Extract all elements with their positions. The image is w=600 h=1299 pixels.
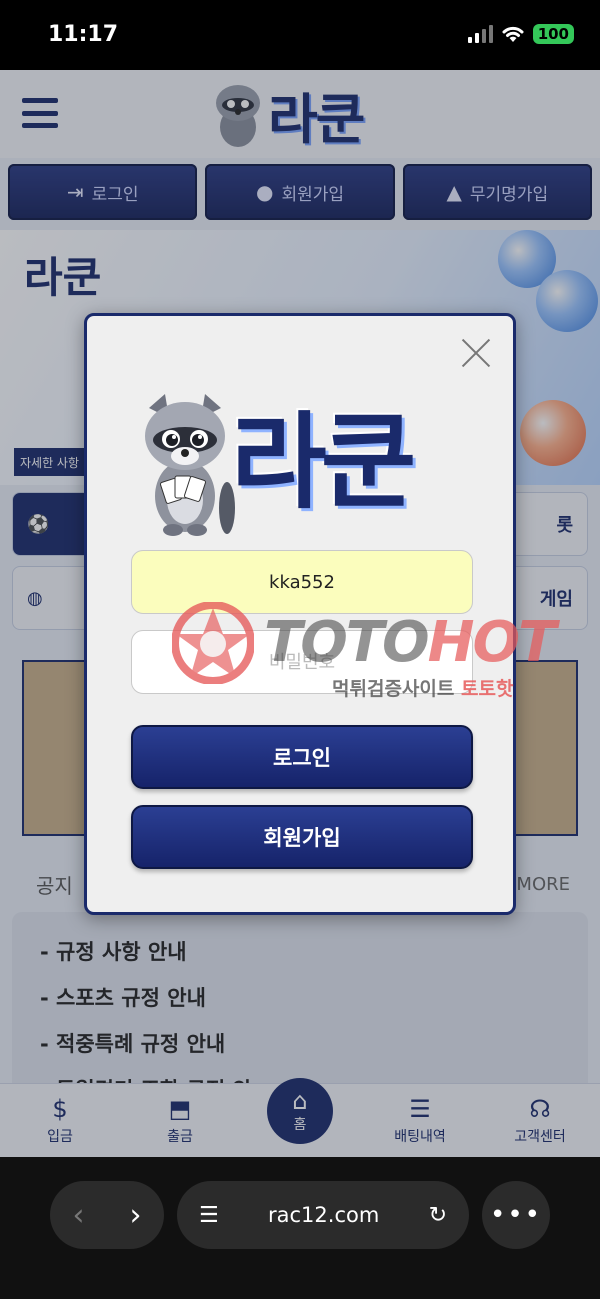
- modal-logo-text: 라쿤: [231, 401, 416, 523]
- close-icon[interactable]: [459, 336, 493, 370]
- battery-indicator: 100: [532, 24, 574, 44]
- status-icons: 100: [467, 24, 574, 44]
- status-bar: 11:17 100: [0, 0, 600, 70]
- history-nav: ‹ ›: [50, 1181, 164, 1249]
- wifi-icon: [502, 26, 524, 42]
- reader-icon[interactable]: ☰: [199, 1203, 219, 1228]
- more-icon[interactable]: •••: [482, 1181, 550, 1249]
- url-text: rac12.com: [268, 1203, 380, 1227]
- username-input[interactable]: [131, 550, 473, 614]
- password-input[interactable]: [131, 630, 473, 694]
- forward-icon[interactable]: ›: [130, 1198, 142, 1233]
- raccoon-mascot-icon: [145, 394, 235, 536]
- page: 라쿤 ⇥ 로그인 ● 회원가입 ▲ 무기명가입 라쿤 자세한 사항 ⚽ 롯 ◍ …: [0, 70, 600, 1157]
- reload-icon[interactable]: ↻: [429, 1203, 447, 1228]
- browser-toolbar: ‹ › ☰ rac12.com ↻ •••: [0, 1157, 600, 1299]
- back-icon[interactable]: ‹: [73, 1198, 85, 1233]
- login-modal: 라쿤 로그인 회원가입: [84, 313, 516, 915]
- join-button[interactable]: 회원가입: [131, 805, 473, 869]
- login-button[interactable]: 로그인: [131, 725, 473, 789]
- address-bar[interactable]: ☰ rac12.com ↻: [177, 1181, 469, 1249]
- status-time: 11:17: [48, 22, 119, 47]
- signal-icon: [467, 25, 493, 43]
- modal-logo: 라쿤: [135, 388, 475, 538]
